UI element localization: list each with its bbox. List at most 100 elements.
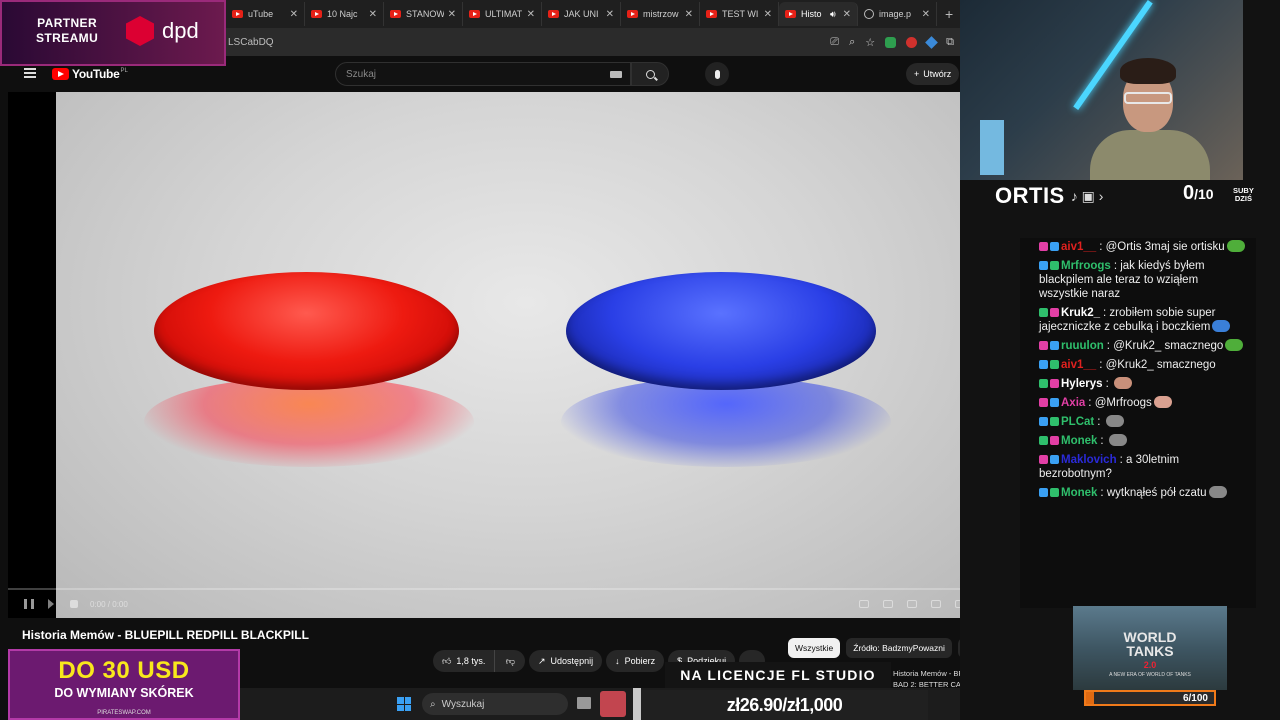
chat-panel: aiv1__: @Ortis 3maj sie ortisku Mrfroogs:… <box>1020 238 1256 608</box>
youtube-wordmark: YouTube <box>72 67 120 81</box>
pause-icon[interactable] <box>24 599 34 609</box>
chat-badge-icon <box>1039 417 1048 426</box>
volume-icon[interactable] <box>70 600 78 608</box>
taskbar-search[interactable]: ⌕ Wyszukaj <box>422 693 568 715</box>
share-button[interactable]: ↗ Udostępnij <box>529 650 603 672</box>
chat-separator: : <box>1100 435 1107 447</box>
settings-icon[interactable] <box>907 600 917 608</box>
tab-label: uTube <box>248 9 274 19</box>
tab-label: mistrzow <box>643 9 679 19</box>
red-pill-glow <box>144 377 474 467</box>
close-tab-icon[interactable]: ✕ <box>290 9 298 20</box>
close-tab-icon[interactable]: ✕ <box>448 9 456 20</box>
chat-username[interactable]: Hylerys <box>1061 378 1103 390</box>
autoplay-toggle-icon[interactable] <box>859 600 869 608</box>
chat-badge-icon <box>1039 379 1048 388</box>
browser-tab[interactable]: mistrzow ✕ <box>621 2 700 26</box>
search-input[interactable]: Szukaj <box>335 62 631 86</box>
browser-tab[interactable]: STANOW ✕ <box>384 2 463 26</box>
filter-chip[interactable]: Źródło: BadzmyPowazni <box>846 638 952 658</box>
chat-username[interactable]: aiv1__ <box>1061 359 1096 371</box>
globe-icon <box>864 9 874 19</box>
chat-separator: : <box>1105 378 1112 390</box>
close-tab-icon[interactable]: ✕ <box>922 9 930 20</box>
install-icon[interactable]: ⎚ <box>830 36 839 49</box>
miniplayer-icon[interactable] <box>931 600 941 608</box>
search-button[interactable] <box>631 62 669 86</box>
youtube-icon <box>627 10 638 18</box>
browser-tab[interactable]: image.p ✕ <box>858 2 937 26</box>
browser-tab[interactable]: ULTIMAT ✕ <box>463 2 542 26</box>
chat-text: @Ortis 3maj sie ortisku <box>1105 241 1225 253</box>
world-of-tanks-ad: WORLD TANKS 2.0 A NEW ERA OF WORLD OF TA… <box>1073 606 1227 690</box>
chat-username[interactable]: Mrfroogs <box>1061 260 1111 272</box>
wot-version: 2.0 <box>1143 660 1157 670</box>
browser-tab[interactable]: uTube ✕ <box>226 2 305 26</box>
youtube-icon <box>469 10 480 18</box>
streamer-glasses <box>1124 92 1172 104</box>
close-tab-icon[interactable]: ✕ <box>764 9 772 20</box>
tab-label: ULTIMAT <box>485 9 523 19</box>
extension-red-icon[interactable] <box>906 36 918 48</box>
extensions-puzzle-icon[interactable]: ⧉ <box>946 36 954 49</box>
download-button[interactable]: ↓ Pobierz <box>606 650 665 672</box>
promo-headline: DO 30 USD <box>58 657 190 684</box>
taskbar-app-icon[interactable] <box>600 691 626 717</box>
promo-subline: DO WYMIANY SKÓREK <box>54 686 194 700</box>
chat-badge-icon <box>1039 455 1048 464</box>
browser-tab[interactable]: TEST WI ✕ <box>700 2 779 26</box>
bookmark-star-icon[interactable]: ☆ <box>865 36 875 49</box>
chat-text: wytknąłeś pół czatu <box>1106 487 1207 499</box>
close-tab-icon[interactable]: ✕ <box>369 9 377 20</box>
sub-count: 0 <box>1183 182 1195 204</box>
subtitles-icon[interactable] <box>883 600 893 608</box>
browser-tab[interactable]: JAK UNI ✕ <box>542 2 621 26</box>
new-tab-icon[interactable]: + <box>945 6 953 22</box>
chat-username[interactable]: Maklovich <box>1061 454 1117 466</box>
chat-emote-icon <box>1212 320 1231 332</box>
chat-message: Monek: <box>1039 434 1248 448</box>
close-tab-icon[interactable]: ✕ <box>685 9 693 20</box>
chat-message: Axia: @Mrfroogs <box>1039 396 1248 410</box>
chat-username[interactable]: Axia <box>1061 397 1085 409</box>
video-player[interactable]: 0:00 / 0:00 <box>8 92 995 618</box>
search-placeholder: Szukaj <box>346 68 377 80</box>
extension-blue-icon[interactable] <box>925 35 939 49</box>
chat-badge-icon <box>1039 242 1048 251</box>
next-icon[interactable] <box>48 599 54 609</box>
taskbar-app-indicator[interactable] <box>633 688 641 720</box>
chat-username[interactable]: Kruk2_ <box>1061 307 1100 319</box>
keyboard-icon[interactable] <box>610 71 622 78</box>
task-view-icon[interactable] <box>577 697 591 709</box>
wot-logo-line-2: TANKS <box>1126 643 1174 659</box>
wot-logo-line-1: WORLD <box>1123 629 1177 645</box>
video-frame[interactable] <box>56 92 995 618</box>
url-text[interactable]: LSCabDQ <box>228 37 274 48</box>
menu-icon[interactable] <box>24 68 36 78</box>
close-tab-icon[interactable]: ✕ <box>527 9 535 20</box>
chat-username[interactable]: Monek <box>1061 435 1097 447</box>
speaker-icon[interactable]: 🔊︎ <box>830 9 836 20</box>
create-button[interactable]: + Utwórz <box>906 63 960 85</box>
chevron-right-icon: › <box>1098 187 1104 204</box>
windows-start-icon[interactable] <box>397 697 411 711</box>
chat-emote-icon <box>1225 339 1244 351</box>
close-tab-icon[interactable]: ✕ <box>843 9 851 20</box>
chat-username[interactable]: Monek <box>1061 487 1097 499</box>
zoom-icon[interactable]: ⌕ <box>849 36 855 49</box>
partner-text: PARTNER STREAMU <box>36 16 98 46</box>
chat-text: @Mrfroogs <box>1094 397 1152 409</box>
video-progress-bar[interactable] <box>8 588 995 590</box>
dislike-button[interactable]: 👎︎ <box>495 650 526 672</box>
youtube-logo[interactable]: YouTube PL <box>52 67 128 81</box>
close-tab-icon[interactable]: ✕ <box>606 9 614 20</box>
chat-username[interactable]: ruuulon <box>1061 340 1104 352</box>
voice-search-button[interactable] <box>705 62 729 86</box>
extension-green-icon[interactable] <box>885 36 897 48</box>
chat-username[interactable]: PLCat <box>1061 416 1094 428</box>
browser-tab[interactable]: Histo 🔊︎ ✕ <box>779 2 858 26</box>
chat-username[interactable]: aiv1__ <box>1061 241 1096 253</box>
browser-tab[interactable]: 10 Najc ✕ <box>305 2 384 26</box>
filter-chip[interactable]: Wszystkie <box>788 638 841 658</box>
like-button[interactable]: 👍︎ 1,8 tys. <box>433 650 496 672</box>
